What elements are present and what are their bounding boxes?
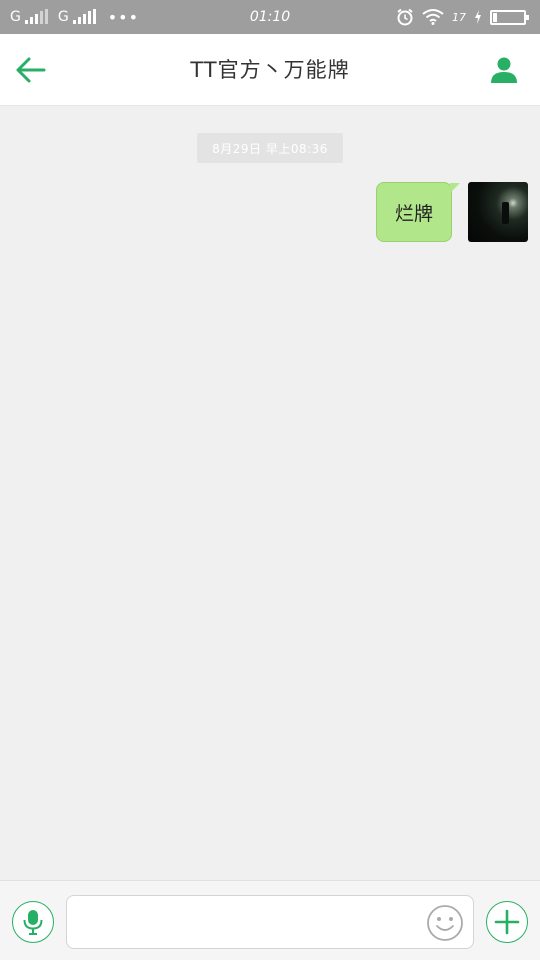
more-notifications-icon: •••	[107, 7, 140, 27]
network-type-2: G	[57, 9, 69, 25]
smiley-icon	[427, 905, 463, 941]
chat-header: TT官方丶万能牌	[0, 34, 540, 106]
microphone-icon	[23, 910, 43, 935]
signal-strength-icon	[24, 9, 48, 24]
charging-icon	[475, 10, 481, 24]
message-bubble[interactable]: 烂牌	[376, 182, 460, 242]
battery-percent: 17	[452, 10, 466, 24]
voice-button[interactable]	[12, 901, 54, 943]
arrow-left-icon	[16, 57, 46, 83]
wifi-icon	[422, 9, 444, 25]
back-button[interactable]	[14, 56, 46, 84]
status-bar: G G ••• 01:10 17	[0, 0, 540, 34]
emoji-button[interactable]	[426, 904, 464, 942]
message-input[interactable]	[66, 895, 474, 949]
plus-icon	[494, 909, 520, 935]
message-timestamp: 8月29日 早上08:36	[197, 133, 343, 163]
avatar[interactable]	[468, 182, 528, 242]
network-type-1: G	[10, 9, 21, 25]
signal-strength-icon	[72, 9, 96, 24]
input-bar	[0, 880, 540, 960]
message-row: 烂牌	[376, 182, 528, 242]
profile-button[interactable]	[490, 56, 518, 84]
message-list[interactable]: 8月29日 早上08:36 烂牌	[0, 106, 540, 880]
status-right: 17	[396, 0, 529, 34]
alarm-icon	[397, 8, 413, 26]
page-title: TT官方丶万能牌	[190, 58, 350, 82]
status-left: G G •••	[10, 0, 139, 34]
person-icon	[491, 57, 517, 83]
more-actions-button[interactable]	[486, 901, 528, 943]
battery-icon	[490, 9, 529, 25]
